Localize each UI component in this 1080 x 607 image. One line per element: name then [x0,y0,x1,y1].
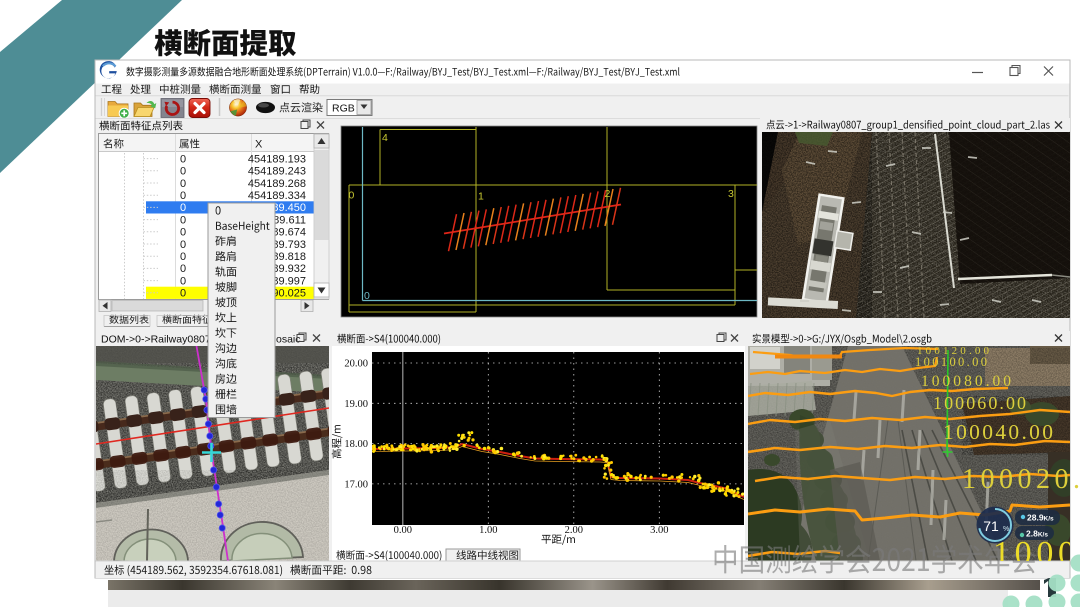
svg-text:454189.268: 454189.268 [248,178,306,190]
svg-text:0: 0 [180,227,186,239]
svg-text:0: 0 [349,190,355,202]
svg-text:1: 1 [478,191,484,203]
svg-text:0: 0 [180,202,186,214]
svg-text:0: 0 [364,290,370,302]
svg-text:3.00: 3.00 [650,525,668,536]
svg-text:RGB: RGB [332,103,355,115]
svg-text:100100.00: 100100.00 [915,355,987,369]
svg-text:0: 0 [180,239,186,251]
svg-text:100080.00: 100080.00 [921,373,1011,390]
svg-text:454189.334: 454189.334 [248,190,306,202]
svg-text:DOM->0->Railway0807: DOM->0->Railway0807 [101,334,211,346]
svg-text:2.00: 2.00 [565,525,583,536]
svg-text:19.00: 19.00 [344,399,368,410]
svg-text:0: 0 [180,178,186,190]
svg-text:71: 71 [983,518,999,534]
svg-text:0: 0 [180,190,186,202]
svg-text:%: % [1003,526,1009,533]
svg-text:0: 0 [180,214,186,226]
svg-text:1.00: 1.00 [479,525,497,536]
svg-text:0: 0 [180,288,186,300]
svg-text:100060.00: 100060.00 [933,393,1026,413]
svg-text:4: 4 [382,132,388,144]
svg-text:0: 0 [180,251,186,263]
svg-text:454189.243: 454189.243 [248,166,306,178]
svg-text:100040.00: 100040.00 [943,420,1053,444]
svg-text:0: 0 [180,166,186,178]
svg-text:18.00: 18.00 [344,439,368,450]
svg-text:0.00: 0.00 [394,525,412,536]
svg-text:0: 0 [180,263,186,275]
svg-text:X: X [255,139,263,151]
svg-text:3: 3 [728,188,734,200]
svg-text:17.00: 17.00 [344,479,368,490]
svg-text:100020.: 100020. [962,464,1080,495]
svg-text:454189.193: 454189.193 [248,153,306,165]
svg-text:0: 0 [180,275,186,287]
svg-text:20.00: 20.00 [344,359,368,370]
svg-text:0: 0 [180,153,186,165]
